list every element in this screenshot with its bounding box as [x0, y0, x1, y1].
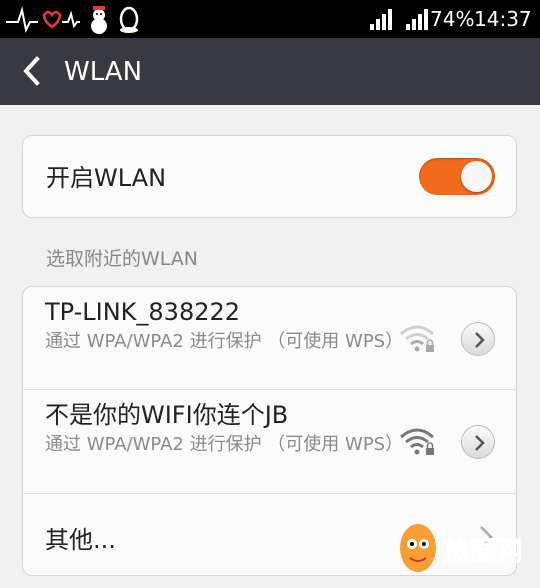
signal-icon: [406, 9, 428, 30]
battery-percent: 74%: [430, 7, 475, 31]
wifi-locked-icon: [400, 325, 434, 352]
wlan-toggle-switch[interactable]: [419, 158, 495, 195]
chevron-right-icon: [475, 435, 485, 451]
status-bar: 74% 14:37: [0, 0, 540, 38]
switch-knob[interactable]: [461, 161, 492, 192]
network-name: TP-LINK_838222: [45, 298, 241, 326]
other-network-label: 其他...: [45, 526, 116, 554]
clock: 14:37: [474, 7, 532, 31]
qq-penguin-icon: [119, 6, 139, 33]
network-security: 通过 WPA/WPA2 进行保护 （可使用 WPS）: [45, 434, 404, 455]
network-details-button[interactable]: [461, 425, 495, 459]
wlan-toggle-label: 开启WLAN: [46, 164, 167, 192]
chevron-right-icon: [475, 332, 485, 348]
snowman-icon: [91, 6, 107, 34]
back-button[interactable]: [10, 48, 56, 94]
network-item-second[interactable]: 不是你的WIFI你连个JB 通过 WPA/WPA2 进行保护 （可使用 WPS）: [23, 389, 516, 494]
page-title: WLAN: [64, 57, 143, 87]
wifi-locked-icon: [400, 428, 434, 455]
signal-icon: [370, 9, 392, 30]
watermark-text: 热图网: [444, 537, 522, 567]
network-name: 不是你的WIFI你连个JB: [45, 401, 289, 429]
title-bar: WLAN: [0, 38, 540, 105]
section-header: 选取附近的WLAN: [46, 248, 199, 270]
network-item-tp-link[interactable]: TP-LINK_838222 通过 WPA/WPA2 进行保护 （可使用 WPS…: [23, 287, 516, 389]
wlan-toggle-card: 开启WLAN: [22, 135, 517, 218]
network-details-button[interactable]: [461, 322, 495, 356]
network-security: 通过 WPA/WPA2 进行保护 （可使用 WPS）: [45, 331, 404, 352]
watermark-logo: 热图网: [400, 524, 523, 572]
heartbeat-icon: [6, 6, 80, 34]
chevron-left-icon: [23, 56, 40, 86]
